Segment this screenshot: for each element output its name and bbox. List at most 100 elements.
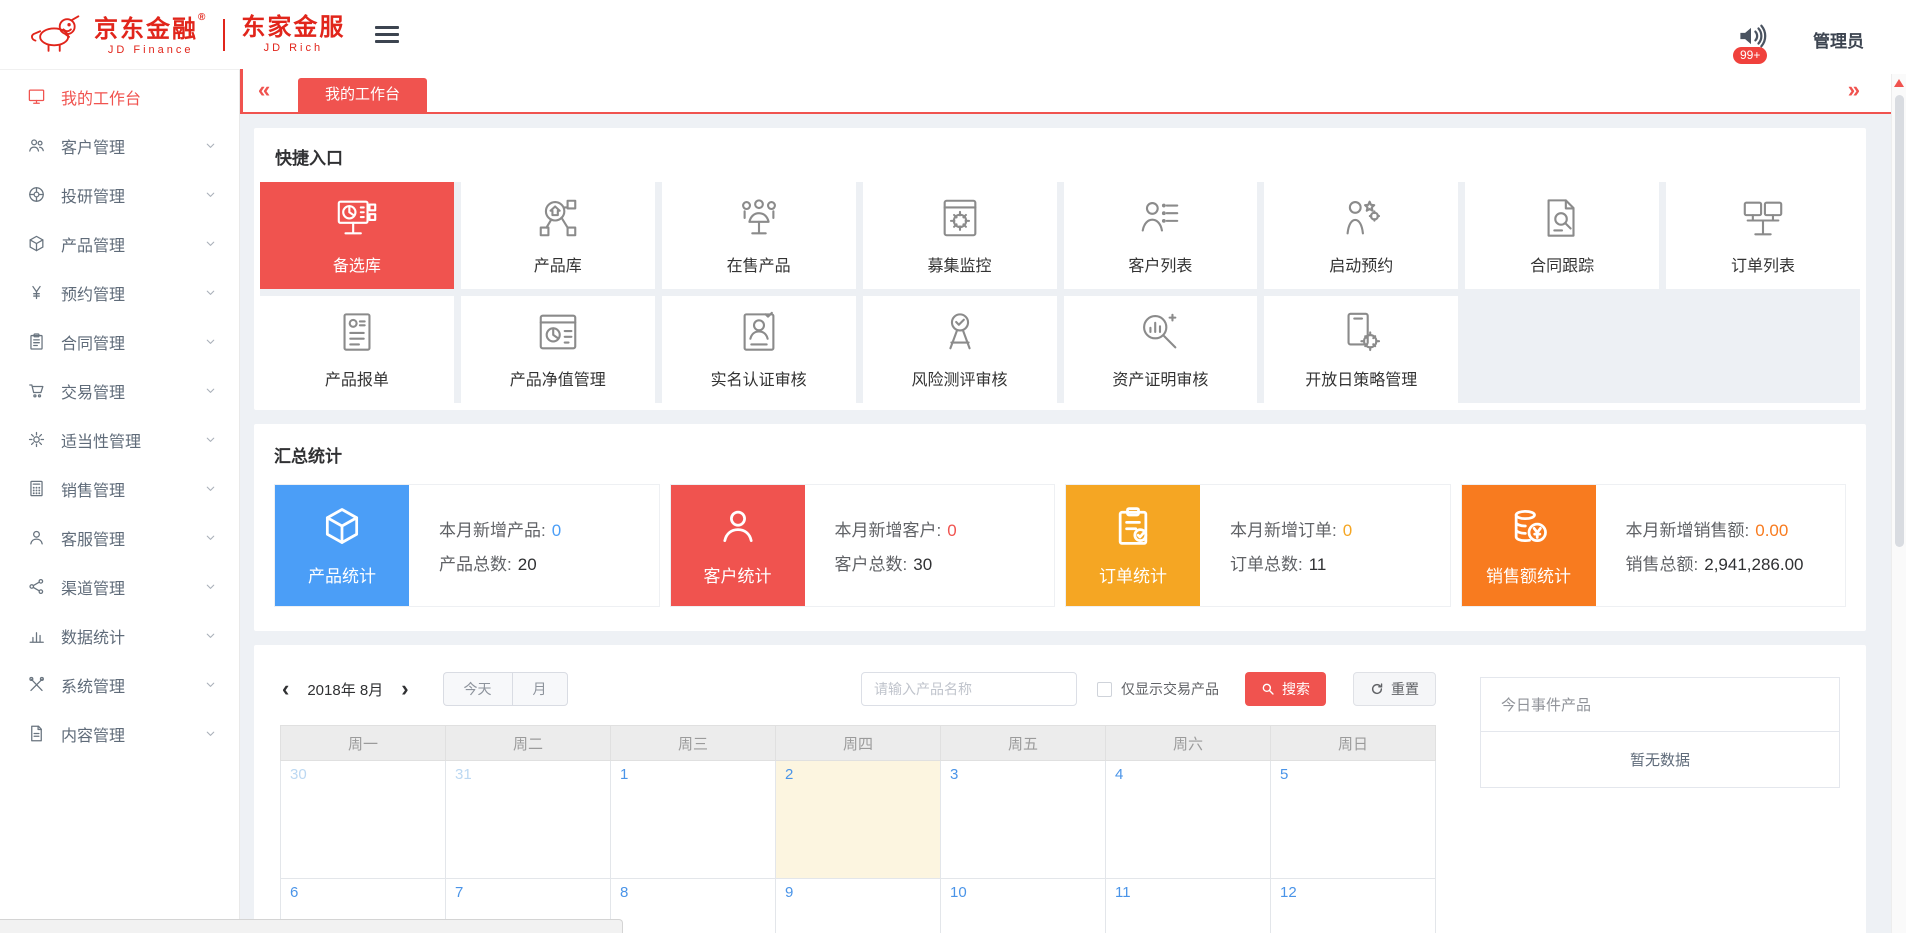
calendar-day-number: 3 [950, 766, 958, 783]
weekday-header: 周六 [1106, 726, 1271, 761]
calendar-day-cell[interactable]: 2 [776, 761, 941, 879]
quick-tile-4[interactable]: 客户列表 [1064, 182, 1258, 289]
sidebar-item-13[interactable]: 内容管理 [0, 709, 239, 758]
sidebar-item-4[interactable]: 预约管理 [0, 268, 239, 317]
sidebar-item-label: 客服管理 [61, 526, 125, 550]
chevron-down-icon [204, 286, 217, 299]
trade-only-checkbox-wrap[interactable]: 仅显示交易产品 [1097, 679, 1219, 699]
stat-info: 本月新增产品:0 产品总数:20 [409, 485, 659, 606]
stat-line-new: 本月新增客户:0 [835, 516, 1055, 541]
sidebar-item-1[interactable]: 客户管理 [0, 121, 239, 170]
sidebar-item-9[interactable]: 客服管理 [0, 513, 239, 562]
tabs-scroll-left-icon[interactable]: « [258, 79, 270, 101]
sidebar-item-2[interactable]: 投研管理 [0, 170, 239, 219]
quick-tile-7[interactable]: 订单列表 [1666, 182, 1860, 289]
quick-tile-label: 产品报单 [325, 366, 389, 390]
calendar-day-cell[interactable]: 12 [1271, 879, 1436, 933]
sidebar-item-11[interactable]: 数据统计 [0, 611, 239, 660]
product-name-input[interactable] [861, 672, 1077, 706]
quick-tile-1[interactable]: 产品库 [461, 182, 655, 289]
quick-tile-6[interactable]: 合同跟踪 [1465, 182, 1659, 289]
sidebar-item-5[interactable]: 合同管理 [0, 317, 239, 366]
calendar-day-cell[interactable]: 31 [446, 761, 611, 879]
quick-tile-11[interactable]: 风险测评审核 [863, 296, 1057, 403]
stat-line-new: 本月新增订单:0 [1230, 516, 1450, 541]
stat-label: 客户统计 [704, 562, 772, 587]
stat-line-total: 产品总数:20 [439, 550, 659, 575]
sidebar-item-8[interactable]: 销售管理 [0, 464, 239, 513]
month-view-button[interactable]: 月 [512, 672, 568, 706]
quick-tile-3[interactable]: 募集监控 [863, 182, 1057, 289]
calendar-prev-icon[interactable]: ‹ [280, 679, 291, 699]
gear-icon [26, 430, 46, 450]
sidebar-item-label: 内容管理 [61, 722, 125, 746]
stat-card-2: 订单统计 本月新增订单:0 订单总数:11 [1065, 484, 1451, 607]
sidebar-item-6[interactable]: 交易管理 [0, 366, 239, 415]
tab-my-workbench[interactable]: 我的工作台 [298, 78, 427, 112]
notification-speaker-icon[interactable]: 99+ [1735, 21, 1767, 56]
calendar-day-number: 2 [785, 766, 793, 783]
sidebar-item-3[interactable]: 产品管理 [0, 219, 239, 268]
scrollbar-thumb[interactable] [1895, 95, 1904, 547]
reset-button[interactable]: 重置 [1353, 672, 1436, 706]
chevron-down-icon [204, 139, 217, 152]
calendar-day-cell[interactable]: 9 [776, 879, 941, 933]
sidebar-item-label: 产品管理 [61, 232, 125, 256]
main-content: « 我的工作台 » 快捷入口 备选库产品库在售产品募集监控客户列表启动预约合同跟… [240, 69, 1906, 933]
tile-candidate-icon [334, 195, 380, 241]
quick-tile-9[interactable]: 产品净值管理 [461, 296, 655, 403]
stat-line-new: 本月新增产品:0 [439, 516, 659, 541]
search-button[interactable]: 搜索 [1245, 672, 1326, 706]
quick-tile-5[interactable]: 启动预约 [1264, 182, 1458, 289]
sidebar-item-7[interactable]: 适当性管理 [0, 415, 239, 464]
sidebar-item-label: 适当性管理 [61, 428, 141, 452]
tile-browser-gear-icon [937, 195, 983, 241]
quick-tile-12[interactable]: 资产证明审核 [1064, 296, 1258, 403]
sidebar-item-label: 客户管理 [61, 134, 125, 158]
quick-tile-10[interactable]: 实名认证审核 [662, 296, 856, 403]
trade-only-checkbox[interactable] [1097, 682, 1112, 697]
barchart-icon [26, 626, 46, 646]
calendar-day-number: 5 [1280, 766, 1288, 783]
calculator-icon [26, 479, 46, 499]
stat-label: 订单统计 [1099, 562, 1167, 587]
sidebar-item-label: 交易管理 [61, 379, 125, 403]
stat-total-value: 20 [518, 555, 537, 574]
calendar-day-cell[interactable]: 1 [611, 761, 776, 879]
browser-status-tooltip [0, 919, 623, 933]
sidebar-item-12[interactable]: 系统管理 [0, 660, 239, 709]
chevron-down-icon [204, 482, 217, 495]
hamburger-menu-icon[interactable] [375, 26, 399, 43]
calendar-next-icon[interactable]: › [399, 679, 410, 699]
quick-tile-label: 订单列表 [1731, 252, 1795, 276]
scroll-up-arrow-icon[interactable] [1894, 79, 1904, 87]
cube-icon [320, 504, 364, 553]
user-menu[interactable]: 管理员 [1813, 27, 1864, 52]
calendar-day-cell[interactable]: 30 [281, 761, 446, 879]
tile-report-icon [334, 309, 380, 355]
calendar-day-number: 9 [785, 884, 793, 901]
calendar-day-cell[interactable]: 4 [1106, 761, 1271, 879]
vertical-scrollbar[interactable] [1891, 74, 1906, 933]
stat-tile: 产品统计 [275, 485, 409, 606]
stat-label: 产品统计 [308, 562, 376, 587]
today-button[interactable]: 今天 [443, 672, 512, 706]
stat-card-0: 产品统计 本月新增产品:0 产品总数:20 [274, 484, 660, 607]
quick-tile-8[interactable]: 产品报单 [260, 296, 454, 403]
calendar-day-cell[interactable]: 3 [941, 761, 1106, 879]
quick-tile-13[interactable]: 开放日策略管理 [1264, 296, 1458, 403]
calendar-day-cell[interactable]: 5 [1271, 761, 1436, 879]
quick-tile-0[interactable]: 备选库 [260, 182, 454, 289]
quick-entry-panel: 快捷入口 备选库产品库在售产品募集监控客户列表启动预约合同跟踪订单列表产品报单产… [254, 128, 1866, 410]
calendar-day-cell[interactable]: 10 [941, 879, 1106, 933]
calendar-day-cell[interactable]: 11 [1106, 879, 1271, 933]
calendar-day-cell[interactable]: 8 [611, 879, 776, 933]
tabs-scroll-right-icon[interactable]: » [1848, 79, 1860, 101]
today-events-empty: 暂无数据 [1481, 732, 1839, 787]
stat-line-total: 订单总数:11 [1230, 550, 1450, 575]
chevron-down-icon [204, 237, 217, 250]
sidebar-item-0[interactable]: 我的工作台 [0, 72, 239, 121]
sidebar-item-10[interactable]: 渠道管理 [0, 562, 239, 611]
calendar-day-number: 4 [1115, 766, 1123, 783]
quick-tile-2[interactable]: 在售产品 [662, 182, 856, 289]
